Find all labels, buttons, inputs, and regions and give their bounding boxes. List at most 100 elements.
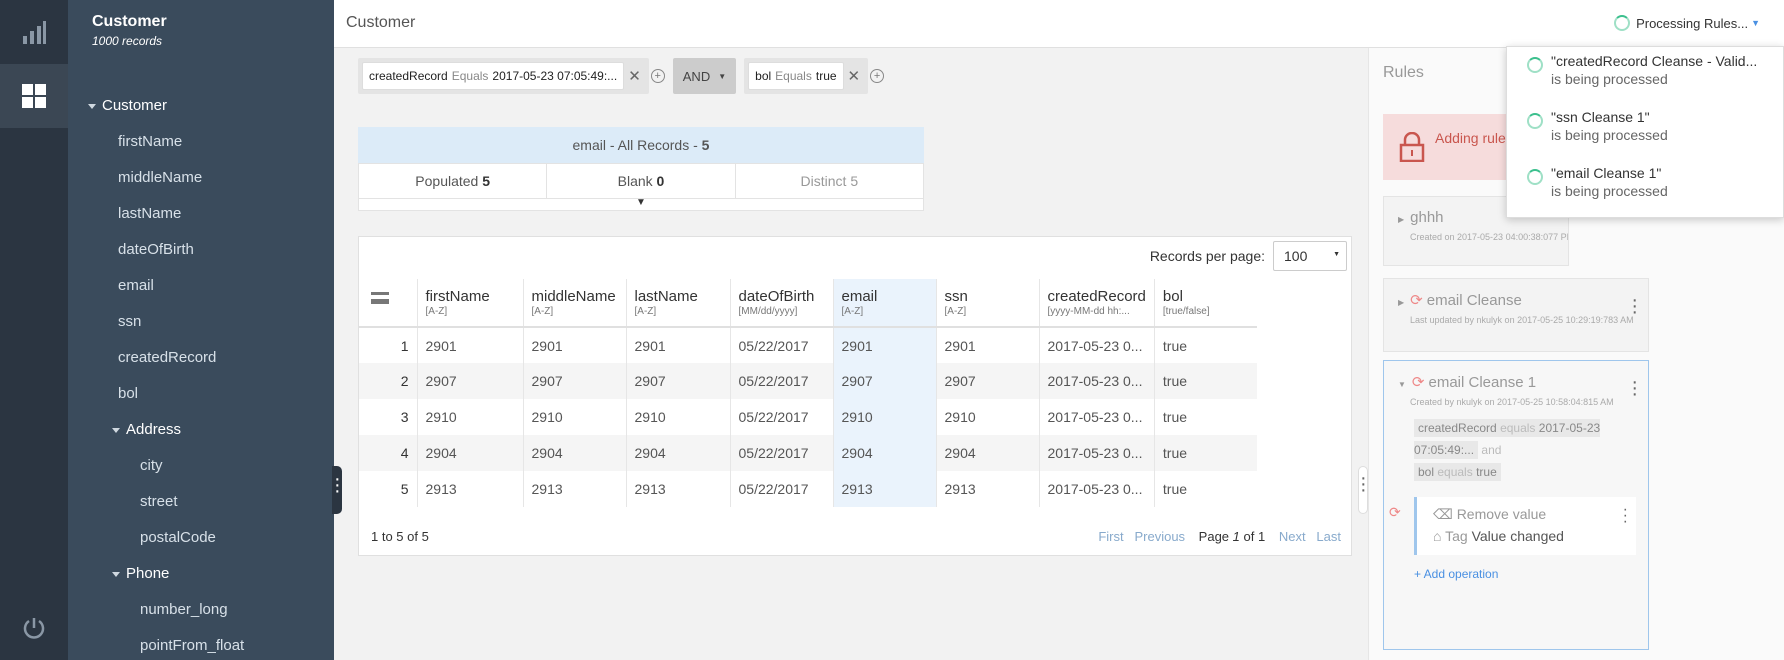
table-row[interactable]: 3 2910 2910 2910 05/22/2017 2910 2910 2017-05-2…: [359, 399, 1258, 435]
table-cell[interactable]: 2910: [935, 399, 1039, 435]
column-header-email[interactable]: email [A-Z]: [832, 279, 936, 328]
processing-rules-dropdown[interactable]: Processing Rules... ▼: [1614, 15, 1760, 31]
tree-item-street[interactable]: street: [68, 484, 334, 520]
table-cell[interactable]: 05/22/2017: [729, 399, 833, 435]
column-header-lastname[interactable]: lastName [A-Z]: [625, 279, 730, 328]
table-cell[interactable]: true: [1153, 363, 1258, 399]
table-cell[interactable]: 2901: [625, 327, 730, 363]
table-cell[interactable]: 2913: [522, 471, 626, 507]
table-cell[interactable]: 2910: [625, 399, 730, 435]
operation-card[interactable]: ⟳ ⌫ Remove value ⌂ Tag Value changed · · ·: [1389, 497, 1636, 555]
tree-item-ssn[interactable]: ssn: [68, 304, 334, 340]
table-cell[interactable]: 05/22/2017: [729, 327, 833, 363]
more-icon[interactable]: · · ·: [1631, 290, 1638, 322]
tree-item-number_long[interactable]: number_long: [68, 592, 334, 628]
remove-filter-icon[interactable]: ✕: [848, 67, 861, 85]
rpp-select[interactable]: 100 ▼: [1273, 241, 1347, 271]
column-header-ssn[interactable]: ssn [A-Z]: [935, 279, 1039, 328]
dashboard-nav-button[interactable]: [0, 64, 68, 128]
panel-resize-handle[interactable]: · · ·: [1358, 466, 1368, 514]
tree-item-customer[interactable]: Customer: [68, 88, 334, 124]
table-cell[interactable]: 05/22/2017: [729, 363, 833, 399]
table-cell[interactable]: 2904: [832, 435, 936, 471]
table-cell[interactable]: 2904: [935, 435, 1039, 471]
column-header-middlename[interactable]: middleName [A-Z]: [522, 279, 626, 328]
column-header-dateofbirth[interactable]: dateOfBirth [MM/dd/yyyy]: [729, 279, 833, 328]
previous-page-link[interactable]: Previous: [1134, 529, 1185, 544]
column-menu-button[interactable]: [359, 279, 417, 328]
table-cell[interactable]: 2904: [522, 435, 626, 471]
table-cell[interactable]: 2907: [522, 363, 626, 399]
table-cell[interactable]: 05/22/2017: [729, 435, 833, 471]
table-cell[interactable]: 2907: [416, 363, 523, 399]
table-cell[interactable]: 2017-05-23 0...: [1038, 327, 1155, 363]
filter-condition[interactable]: bol Equals true: [748, 62, 844, 90]
rule-card-expanded[interactable]: ▼ ⟳ email Cleanse 1 Created by nkulyk on 2…: [1383, 360, 1649, 650]
analytics-nav-button[interactable]: [0, 0, 68, 64]
table-cell[interactable]: true: [1153, 399, 1258, 435]
tree-item-address[interactable]: Address: [68, 412, 334, 448]
populated-stat[interactable]: Populated 5: [359, 164, 548, 198]
table-cell[interactable]: 2901: [416, 327, 523, 363]
tree-item-phone[interactable]: Phone: [68, 556, 334, 592]
add-filter-icon[interactable]: +: [870, 69, 885, 83]
rule-card[interactable]: ▶ ⟳ email Cleanse Last updated by nkulyk o…: [1383, 278, 1649, 352]
table-cell[interactable]: 2901: [832, 327, 936, 363]
table-cell[interactable]: 2910: [522, 399, 626, 435]
table-cell[interactable]: 2913: [625, 471, 730, 507]
table-cell[interactable]: 2907: [625, 363, 730, 399]
table-cell[interactable]: 2907: [832, 363, 936, 399]
table-cell[interactable]: 2017-05-23 0...: [1038, 435, 1155, 471]
last-page-link[interactable]: Last: [1316, 529, 1341, 544]
tree-item-middlename[interactable]: middleName: [68, 160, 334, 196]
remove-filter-icon[interactable]: ✕: [628, 67, 641, 85]
tree-item-dateofbirth[interactable]: dateOfBirth: [68, 232, 334, 268]
tree-item-createdrecord[interactable]: createdRecord: [68, 340, 334, 376]
table-cell[interactable]: 2901: [522, 327, 626, 363]
next-page-link[interactable]: Next: [1279, 529, 1306, 544]
more-icon[interactable]: · · ·: [1623, 502, 1628, 530]
column-header-firstname[interactable]: firstName [A-Z]: [416, 279, 523, 328]
table-cell[interactable]: 2913: [832, 471, 936, 507]
connector-select[interactable]: AND ▼: [672, 58, 737, 94]
tree-item-bol[interactable]: bol: [68, 376, 334, 412]
table-cell[interactable]: 2907: [935, 363, 1039, 399]
table-cell[interactable]: 05/22/2017: [729, 471, 833, 507]
tree-item-email[interactable]: email: [68, 268, 334, 304]
tree-item-city[interactable]: city: [68, 448, 334, 484]
table-row[interactable]: 2 2907 2907 2907 05/22/2017 2907 2907 2017-05-2…: [359, 363, 1258, 399]
table-cell[interactable]: 2017-05-23 0...: [1038, 363, 1155, 399]
table-cell[interactable]: true: [1153, 471, 1258, 507]
more-icon[interactable]: · · ·: [1631, 372, 1638, 404]
distinct-stat[interactable]: Distinct 5: [736, 164, 923, 198]
table-cell[interactable]: 2017-05-23 0...: [1038, 399, 1155, 435]
first-page-link[interactable]: First: [1098, 529, 1123, 544]
processing-rule-name: "ssn Cleanse 1": [1551, 109, 1650, 125]
tree-item-lastname[interactable]: lastName: [68, 196, 334, 232]
power-button[interactable]: [0, 596, 68, 660]
add-operation-link[interactable]: + Add operation: [1384, 555, 1648, 581]
table-cell[interactable]: 2904: [625, 435, 730, 471]
table-cell[interactable]: 2910: [416, 399, 523, 435]
table-cell[interactable]: 2901: [935, 327, 1039, 363]
tree-item-pointfrom_float[interactable]: pointFrom_float: [68, 628, 334, 660]
expand-summary-icon[interactable]: ▼: [358, 198, 924, 211]
filter-condition[interactable]: createdRecord Equals 2017-05-23 07:05:49…: [362, 62, 625, 90]
table-row[interactable]: 1 2901 2901 2901 05/22/2017 2901 2901 2017-05-2…: [359, 327, 1258, 363]
blank-stat[interactable]: Blank 0: [547, 164, 736, 198]
table-cell[interactable]: true: [1153, 435, 1258, 471]
table-cell[interactable]: true: [1153, 327, 1258, 363]
column-header-bol[interactable]: bol [true/false]: [1153, 279, 1258, 328]
table-row[interactable]: 4 2904 2904 2904 05/22/2017 2904 2904 2017-05-2…: [359, 435, 1258, 471]
table-row[interactable]: 5 2913 2913 2913 05/22/2017 2913 2913 2017-05-2…: [359, 471, 1258, 507]
column-header-createdrecord[interactable]: createdRecord [yyyy-MM-dd hh:...: [1038, 279, 1155, 328]
table-cell[interactable]: 2913: [935, 471, 1039, 507]
table-cell[interactable]: 2017-05-23 0...: [1038, 471, 1155, 507]
table-cell[interactable]: 2913: [416, 471, 523, 507]
add-filter-icon[interactable]: +: [650, 69, 665, 83]
table-cell[interactable]: 2904: [416, 435, 523, 471]
tree-item-firstname[interactable]: firstName: [68, 124, 334, 160]
tree-item-postalcode[interactable]: postalCode: [68, 520, 334, 556]
table-cell[interactable]: 2910: [832, 399, 936, 435]
filter-chip: createdRecord Equals 2017-05-23 07:05:49…: [358, 58, 649, 94]
